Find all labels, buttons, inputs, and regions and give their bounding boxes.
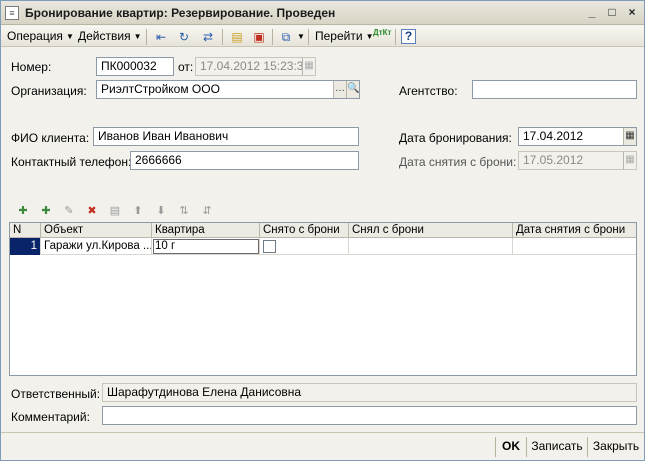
button-divider (587, 437, 588, 457)
released-checkbox[interactable] (263, 240, 276, 253)
toolbar-divider (146, 29, 147, 45)
column-header-n[interactable]: N (10, 223, 41, 238)
organization-label: Организация: (11, 84, 87, 98)
agency-field[interactable] (472, 80, 637, 99)
object-cell[interactable]: Гаражи ул.Кирова ... (41, 238, 152, 255)
copy-row-icon[interactable]: ✚ (38, 203, 54, 219)
document-window: ≡ Бронирование квартир: Резервирование. … (0, 0, 645, 461)
dropdown-arrow-icon: ▼ (133, 32, 142, 41)
add-row-icon[interactable]: ✚ (15, 203, 31, 219)
organization-field[interactable]: РиэлтСтройком ООО … 🔍 (96, 80, 360, 99)
comment-field[interactable] (102, 406, 637, 425)
actions-menu-label: Действия (78, 29, 131, 43)
document-date-value: 17.04.2012 15:23:35 (200, 59, 311, 73)
ok-button[interactable]: OK (498, 438, 524, 456)
operation-menu-label: Операция (7, 29, 63, 43)
close-window-button[interactable]: × (624, 6, 640, 20)
number-label: Номер: (11, 60, 52, 74)
agency-label: Агентство: (399, 84, 458, 98)
table-header: N Объект Квартира Снято с брони Снял с б… (10, 223, 636, 238)
maximize-button[interactable]: □ (604, 6, 620, 20)
responsible-label: Ответственный: (11, 387, 101, 401)
organization-value: РиэлтСтройком ООО (101, 82, 220, 96)
button-divider (526, 437, 527, 457)
back-icon[interactable]: ⇤ (153, 29, 169, 45)
sort-asc-icon[interactable]: ⇅ (176, 203, 192, 219)
save-button[interactable]: Записать (530, 438, 584, 456)
window-title: Бронирование квартир: Резервирование. Пр… (25, 6, 336, 20)
actions-menu[interactable]: Действия ▼ (78, 29, 142, 45)
button-divider (495, 437, 496, 457)
dt-kt-icon[interactable]: ДтКт (373, 29, 391, 45)
phone-field[interactable]: 2666666 (130, 151, 359, 170)
toolbar-divider (222, 29, 223, 45)
move-up-icon[interactable]: ⬆ (130, 203, 146, 219)
dropdown-arrow-icon: ▼ (65, 32, 74, 41)
phone-label: Контактный телефон: (11, 155, 132, 169)
responsible-field[interactable]: Шарафутдинова Елена Данисовна (102, 383, 637, 402)
post-document-icon[interactable]: ▤ (229, 29, 245, 45)
released-cell[interactable] (260, 238, 349, 255)
booking-date-value: 17.04.2012 (523, 129, 584, 143)
apartment-cell[interactable]: 10 г (152, 238, 260, 255)
booking-date-label: Дата бронирования: (399, 131, 512, 145)
released-by-cell[interactable] (349, 238, 513, 255)
help-icon[interactable]: ? (401, 29, 416, 44)
refresh-icon[interactable]: ↻ (176, 29, 192, 45)
row-number[interactable]: 1 (10, 238, 41, 255)
structure-dropdown[interactable]: ▼ (294, 29, 305, 45)
client-fio-field[interactable]: Иванов Иван Иванович (93, 127, 359, 146)
title-bar: ≡ Бронирование квартир: Резервирование. … (1, 1, 644, 25)
edit-row-icon[interactable]: ✎ (61, 203, 77, 219)
move-down-icon[interactable]: ⬇ (153, 203, 169, 219)
calendar-icon[interactable]: ▦ (623, 128, 636, 145)
column-header-object[interactable]: Объект (41, 223, 152, 238)
release-date-field[interactable]: 17.05.2012 ▦ (518, 151, 637, 170)
structure-icon[interactable]: ⧉ (278, 29, 294, 45)
booking-date-field[interactable]: 17.04.2012 ▦ (518, 127, 637, 146)
release-date-cell[interactable] (513, 238, 636, 255)
column-header-released-by[interactable]: Снял с брони (349, 223, 513, 238)
operation-menu[interactable]: Операция ▼ (7, 29, 74, 45)
document-date-field[interactable]: 17.04.2012 15:23:35 ▦ (195, 57, 316, 76)
dropdown-arrow-icon: ▼ (297, 32, 305, 41)
toolbar-divider (395, 29, 396, 45)
table-row[interactable]: 1 Гаражи ул.Кирова ... 10 г (10, 238, 636, 255)
open-search-icon[interactable]: 🔍 (346, 81, 359, 98)
column-header-release-date[interactable]: Дата снятия с брони (513, 223, 636, 238)
calendar-icon: ▦ (623, 152, 636, 169)
minimize-button[interactable]: _ (584, 6, 600, 20)
document-icon: ≡ (5, 6, 19, 20)
reservation-table[interactable]: N Объект Квартира Снято с брони Снял с б… (9, 222, 637, 376)
end-edit-icon[interactable]: ▤ (107, 203, 123, 219)
goto-menu-label: Перейти (315, 29, 363, 43)
post-icon[interactable]: ⇄ (200, 29, 216, 45)
delete-row-icon[interactable]: ✖ (84, 203, 100, 219)
column-header-apartment[interactable]: Квартира (152, 223, 260, 238)
toolbar-divider (272, 29, 273, 45)
goto-menu[interactable]: Перейти ▼ (315, 29, 373, 45)
comment-label: Комментарий: (11, 410, 90, 424)
toolbar-divider (308, 29, 309, 45)
client-fio-label: ФИО клиента: (11, 131, 90, 145)
number-field[interactable]: ПК000032 (96, 57, 174, 76)
column-header-released[interactable]: Снято с брони (260, 223, 349, 238)
sort-desc-icon[interactable]: ⇵ (199, 203, 215, 219)
main-toolbar: Операция ▼ Действия ▼ ⇤ ↻ ⇄ ▤ ▣ ⧉ ▼ Перейт… (1, 26, 644, 47)
unpost-document-icon[interactable]: ▣ (251, 29, 267, 45)
release-date-label: Дата снятия с брони: (399, 155, 517, 169)
close-button[interactable]: Закрыть (591, 438, 641, 456)
release-date-value: 17.05.2012 (523, 153, 584, 167)
select-ellipsis-button[interactable]: … (333, 81, 346, 98)
date-from-label: от: (178, 60, 194, 74)
calendar-icon: ▦ (302, 58, 315, 75)
